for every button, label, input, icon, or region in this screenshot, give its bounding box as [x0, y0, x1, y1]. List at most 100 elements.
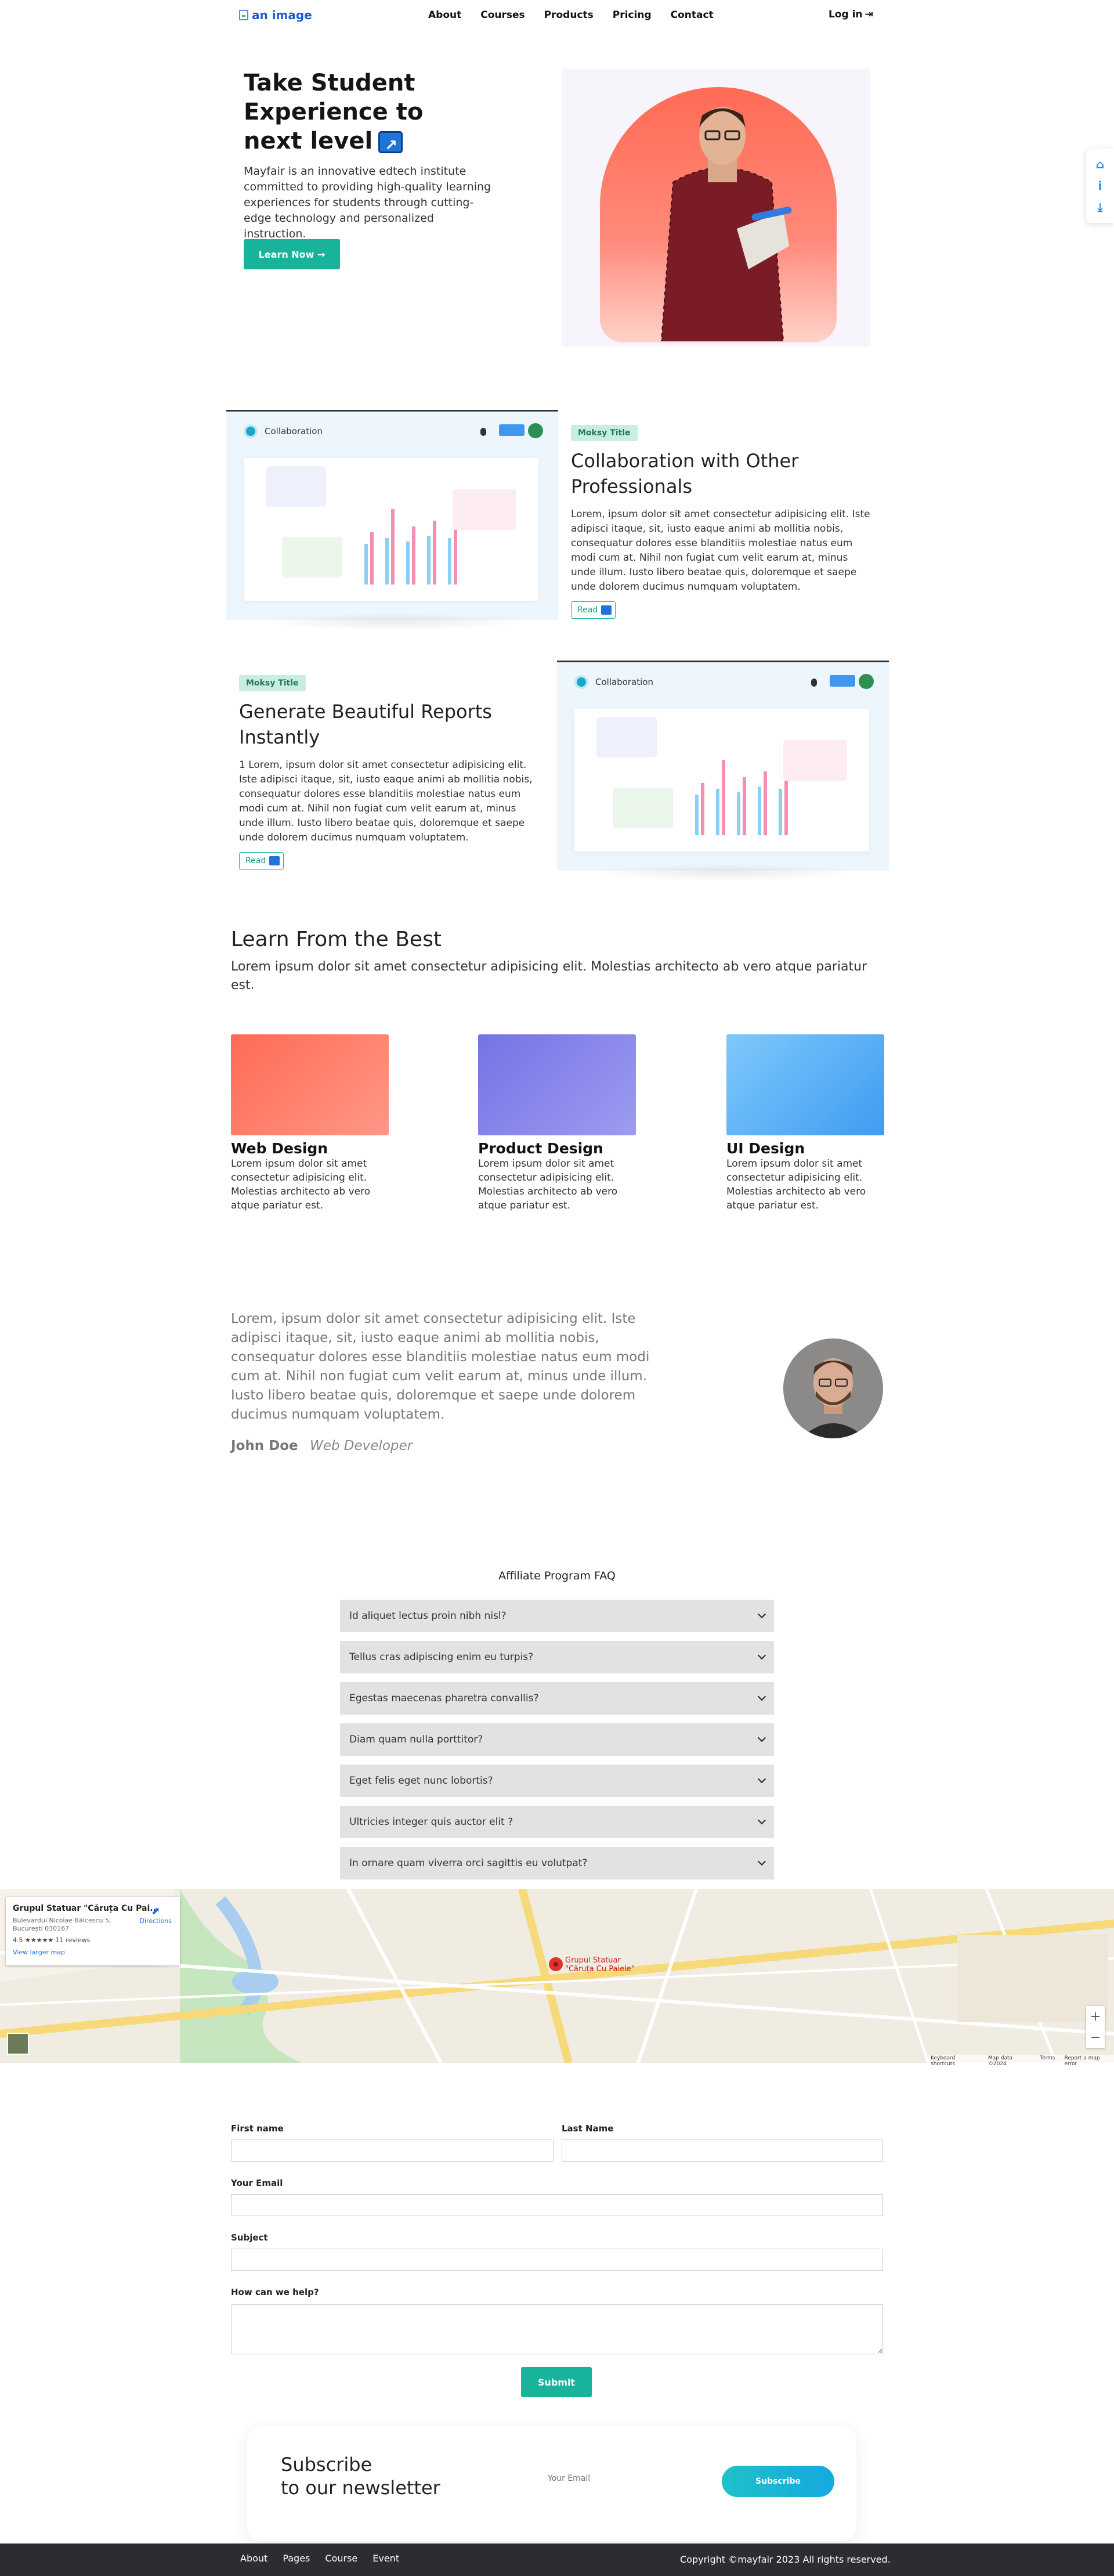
nav-link-contact[interactable]: Contact	[671, 9, 714, 21]
subject-input[interactable]	[231, 2249, 883, 2271]
faq-question: In ornare quam viverra orci sagittis eu …	[349, 1857, 588, 1869]
mockup-label: Collaboration	[595, 677, 653, 687]
faq-title: Affiliate Program FAQ	[498, 1570, 616, 1582]
mockup-comment-bubble	[266, 466, 326, 507]
view-larger-map-link[interactable]: View larger map	[13, 1949, 173, 1956]
brand-logo[interactable]: an image	[239, 8, 312, 22]
nav-link-courses[interactable]: Courses	[480, 9, 525, 21]
feature-title: Generate Beautiful Reports Instantly	[239, 701, 492, 748]
keyboard-shortcuts-link[interactable]: Keyboard shortcuts	[931, 2055, 979, 2067]
faq-item[interactable]: In ornare quam viverra orci sagittis eu …	[340, 1847, 774, 1879]
last-name-label: Last Name	[562, 2123, 614, 2134]
course-card-ui-design[interactable]: UI Design Lorem ipsum dolor sit amet con…	[726, 1034, 884, 1213]
chevron-down-icon	[757, 1774, 766, 1784]
footer-link-event[interactable]: Event	[372, 2553, 399, 2564]
faq-item[interactable]: Eget felis eget nunc lobortis?	[340, 1765, 774, 1797]
directions-icon: ⬈	[151, 1905, 160, 1917]
download-icon[interactable]: ⤓	[1098, 200, 1103, 214]
course-text: Lorem ipsum dolor sit amet consectetur a…	[231, 1158, 371, 1211]
faq-item[interactable]: Ultricies integer quis auctor elit ?	[340, 1806, 774, 1838]
top-navbar: an image About Courses Products Pricing …	[0, 0, 1114, 33]
newsletter-title: Subscribe to our newsletter	[281, 2453, 440, 2499]
chevron-down-icon	[757, 1816, 766, 1825]
login-arrow-icon: ⇥	[865, 9, 873, 20]
message-textarea[interactable]	[231, 2304, 883, 2354]
feature-tag: Moksy Title	[239, 675, 306, 691]
nav-link-pricing[interactable]: Pricing	[613, 9, 652, 21]
embedded-map[interactable]: Grupul Statuar "Căruța Cu Paiele" Grupul…	[0, 1889, 1114, 2063]
feature-mockup-collaboration: Collaboration	[226, 410, 558, 620]
footer-link-course[interactable]: Course	[325, 2553, 357, 2564]
external-link-icon	[378, 131, 403, 160]
broken-image-icon	[239, 10, 248, 20]
map-satellite-toggle[interactable]	[7, 2033, 29, 2055]
first-name-input[interactable]	[231, 2140, 554, 2162]
chevron-down-icon	[757, 1651, 766, 1660]
map-place-rating: 4.5 ★★★★★ 11 reviews	[13, 1936, 91, 1944]
chevron-down-icon	[757, 1610, 766, 1619]
floating-side-toolbar: ⌂ i ⤓	[1086, 149, 1114, 223]
read-more-button[interactable]: Read	[239, 852, 284, 870]
zoom-out-icon[interactable]: −	[1090, 2030, 1101, 2045]
mockup-logo-icon	[244, 424, 258, 438]
terms-link[interactable]: Terms	[1040, 2055, 1055, 2067]
course-image	[231, 1034, 389, 1135]
testimonial-role: Web Developer	[310, 1438, 413, 1453]
map-attribution: Keyboard shortcuts Map data ©2024 Terms …	[928, 2055, 1114, 2068]
email-input[interactable]	[231, 2194, 883, 2216]
brand-alt-text: an image	[252, 8, 312, 22]
nav-link-products[interactable]: Products	[544, 9, 594, 21]
submit-button[interactable]: Submit	[521, 2367, 592, 2397]
mockup-shadow	[260, 613, 527, 630]
faq-question: Tellus cras adipiscing enim eu turpis?	[349, 1651, 534, 1663]
footer-bar	[0, 2543, 1114, 2576]
email-label: Your Email	[231, 2178, 283, 2188]
chevron-down-icon	[757, 1692, 766, 1701]
course-text: Lorem ipsum dolor sit amet consectetur a…	[478, 1158, 618, 1211]
subscribe-button[interactable]: Subscribe	[722, 2466, 834, 2497]
learn-now-button[interactable]: Learn Now →	[244, 239, 340, 269]
mockup-header: Collaboration	[574, 675, 653, 689]
footer-link-pages[interactable]: Pages	[283, 2553, 310, 2564]
info-icon[interactable]: i	[1098, 179, 1102, 193]
last-name-input[interactable]	[562, 2140, 883, 2162]
faq-item[interactable]: Diam quam nulla porttitor?	[340, 1723, 774, 1756]
mockup-bell-icon	[811, 679, 817, 687]
faq-question: Egestas maecenas pharetra convallis?	[349, 1693, 539, 1704]
faq-item[interactable]: Egestas maecenas pharetra convallis?	[340, 1682, 774, 1715]
arrow-right-icon	[269, 856, 280, 865]
testimonial-avatar	[783, 1338, 883, 1438]
feature-text: 1 Lorem, ipsum dolor sit amet consectetu…	[239, 759, 533, 843]
mockup-chart-panel	[574, 709, 869, 852]
faq-question: Ultricies integer quis auctor elit ?	[349, 1816, 513, 1828]
zoom-in-icon[interactable]: +	[1090, 2009, 1101, 2024]
read-label: Read	[577, 605, 598, 615]
newsletter-email-input[interactable]	[548, 2474, 699, 2483]
login-button[interactable]: Log in ⇥	[829, 9, 873, 20]
first-name-label: First name	[231, 2123, 284, 2134]
course-card-product-design[interactable]: Product Design Lorem ipsum dolor sit ame…	[478, 1034, 636, 1213]
course-title: UI Design	[726, 1140, 805, 1157]
mockup-label: Collaboration	[265, 426, 323, 436]
map-place-card: Grupul Statuar "Căruța Cu Pai... Bulevar…	[6, 1897, 180, 1965]
subject-label: Subject	[231, 2232, 268, 2243]
faq-item[interactable]: Tellus cras adipiscing enim eu turpis?	[340, 1641, 774, 1673]
read-more-button[interactable]: Read	[571, 601, 616, 619]
course-image	[726, 1034, 884, 1135]
footer-links: About Pages Course Event	[240, 2553, 399, 2564]
faq-item[interactable]: Id aliquet lectus proin nibh nisl?	[340, 1600, 774, 1632]
feature-mockup-reports: Collaboration	[557, 661, 889, 871]
nav-link-about[interactable]: About	[428, 9, 461, 21]
mockup-bell-icon	[480, 428, 486, 436]
home-icon[interactable]: ⌂	[1096, 157, 1104, 171]
faq-question: Id aliquet lectus proin nibh nisl?	[349, 1610, 507, 1622]
mockup-header: Collaboration	[244, 424, 323, 438]
map-directions-button[interactable]: ⬈ Directions	[140, 1905, 172, 1925]
newsletter-title-line2: to our newsletter	[281, 2477, 440, 2499]
learn-section-title: Learn From the Best	[231, 928, 442, 951]
footer-link-about[interactable]: About	[240, 2553, 267, 2564]
map-data-text: Map data ©2024	[988, 2055, 1013, 2067]
report-map-error-link[interactable]: Report a map error	[1065, 2055, 1112, 2067]
course-card-web-design[interactable]: Web Design Lorem ipsum dolor sit amet co…	[231, 1034, 389, 1213]
chevron-down-icon	[757, 1733, 766, 1742]
